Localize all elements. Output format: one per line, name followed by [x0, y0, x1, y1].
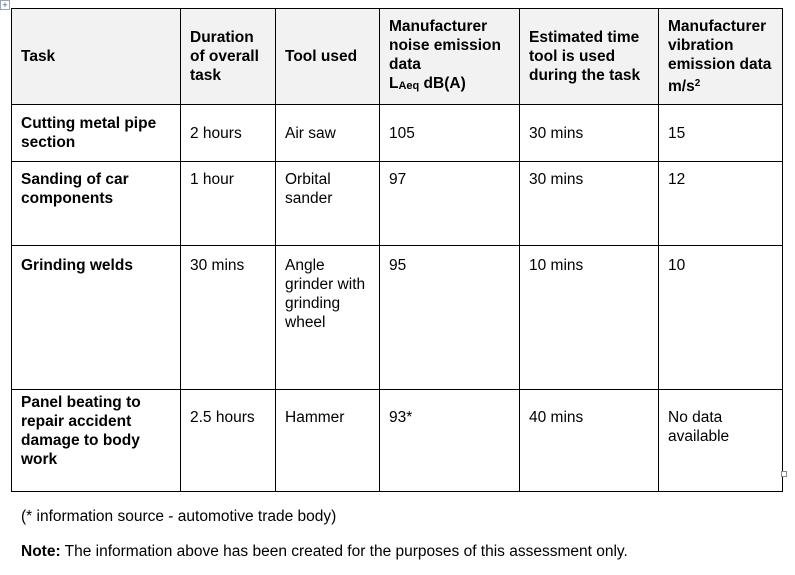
tool-exposure-table: Task Duration of overall task Tool used …: [11, 8, 783, 492]
cell-time: 40 mins: [519, 389, 659, 492]
cell-tool: Hammer: [275, 389, 380, 492]
cell-tool: Air saw: [275, 104, 380, 162]
cell-noise: 97: [379, 161, 520, 246]
header-duration: Duration of overall task: [180, 8, 276, 105]
cell-time: 30 mins: [519, 161, 659, 246]
header-tool: Tool used: [275, 8, 380, 105]
table-row: Cutting metal pipe section 2 hours Air s…: [11, 104, 783, 162]
table-row: Grinding welds 30 mins Angle grinder wit…: [11, 245, 783, 390]
header-vibration-label: Manufacturer vibration emission data: [668, 18, 772, 73]
cell-duration: 30 mins: [180, 245, 276, 390]
table-row: Panel beating to repair accident damage …: [11, 389, 783, 492]
cell-task: Cutting metal pipe section: [11, 104, 181, 162]
header-vibration-unit: m/s: [668, 78, 695, 95]
cell-tool: Angle grinder with grinding wheel: [275, 245, 380, 390]
note-label: Note:: [21, 543, 61, 560]
cell-noise: 93*: [379, 389, 520, 492]
cell-duration: 2.5 hours: [180, 389, 276, 492]
assessment-note: Note: The information above has been cre…: [21, 543, 628, 561]
header-vibration: Manufacturer vibration emission data m/s…: [658, 8, 783, 105]
cell-task: Sanding of car components: [11, 161, 181, 246]
cell-duration: 2 hours: [180, 104, 276, 162]
cell-vibration: No data available: [658, 389, 783, 492]
cell-task: Grinding welds: [11, 245, 181, 390]
footnote: (* information source - automotive trade…: [21, 508, 337, 525]
table-move-handle-icon[interactable]: +: [0, 0, 10, 10]
table-row: Sanding of car components 1 hour Orbital…: [11, 161, 783, 246]
cell-noise: 95: [379, 245, 520, 390]
header-task: Task: [11, 8, 181, 105]
header-noise-label: Manufacturer noise emission data: [389, 18, 501, 73]
cell-vibration: 12: [658, 161, 783, 246]
header-noise-unit-sub: Aeq: [398, 80, 420, 92]
cell-vibration: 10: [658, 245, 783, 390]
cell-tool: Orbital sander: [275, 161, 380, 246]
cell-time: 10 mins: [519, 245, 659, 390]
table-resize-handle-icon[interactable]: [781, 471, 787, 477]
cell-time: 30 mins: [519, 104, 659, 162]
header-noise: Manufacturer noise emission data LAeq dB…: [379, 8, 520, 105]
table-header-row: Task Duration of overall task Tool used …: [11, 8, 783, 105]
header-noise-unit-rest: dB(A): [419, 75, 466, 92]
cell-noise: 105: [379, 104, 520, 162]
header-vibration-unit-sup: 2: [694, 78, 701, 89]
cell-vibration: 15: [658, 104, 783, 162]
header-estimated-time: Estimated time tool is used during the t…: [519, 8, 659, 105]
cell-task: Panel beating to repair accident damage …: [11, 389, 181, 492]
note-text: The information above has been created f…: [60, 543, 628, 560]
cell-duration: 1 hour: [180, 161, 276, 246]
